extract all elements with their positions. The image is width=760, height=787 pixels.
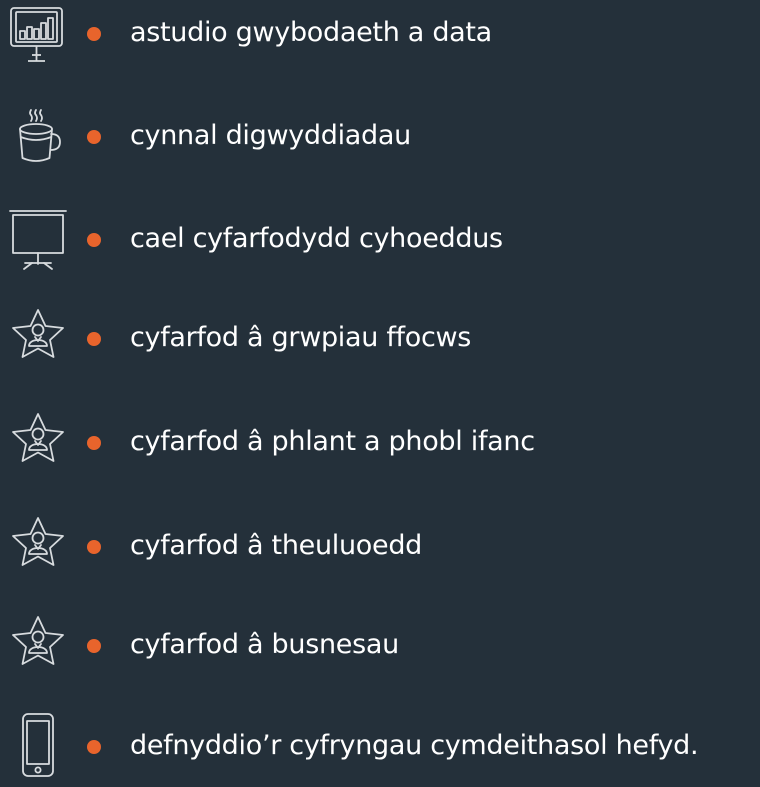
star-person-icon — [8, 304, 68, 374]
list-item: cynnal digwyddiadau — [0, 102, 760, 172]
bullet — [87, 130, 101, 144]
bullet — [87, 436, 101, 450]
item-label: astudio gwybodaeth a data — [130, 17, 492, 48]
item-label: defnyddio’r cyfryngau cymdeithasol hefyd… — [130, 730, 699, 761]
star-person-icon — [8, 408, 68, 478]
list-item: cyfarfod â busnesau — [0, 611, 760, 681]
bullet — [87, 27, 101, 41]
list-item: cyfarfod â theuluoedd — [0, 512, 760, 582]
item-label: cyfarfod â phlant a phobl ifanc — [130, 426, 535, 457]
item-label: cael cyfarfodydd cyhoeddus — [130, 223, 503, 254]
bullet — [87, 639, 101, 653]
list-item: cyfarfod â phlant a phobl ifanc — [0, 408, 760, 478]
list-item: defnyddio’r cyfryngau cymdeithasol hefyd… — [0, 712, 760, 782]
bullet — [87, 740, 101, 754]
star-person-icon — [8, 512, 68, 582]
item-label: cyfarfod â theuluoedd — [130, 530, 422, 561]
bullet — [87, 233, 101, 247]
item-label: cyfarfod â grwpiau ffocws — [130, 322, 472, 353]
list-item: cyfarfod â grwpiau ffocws — [0, 304, 760, 374]
feature-list: astudio gwybodaeth a data cynnal digwydd… — [0, 0, 760, 787]
item-label: cyfarfod â busnesau — [130, 629, 399, 660]
bullet — [87, 540, 101, 554]
analytics-monitor-icon — [8, 0, 68, 69]
item-label: cynnal digwyddiadau — [130, 120, 411, 151]
list-item: astudio gwybodaeth a data — [0, 0, 760, 69]
list-item: cael cyfarfodydd cyhoeddus — [0, 205, 760, 275]
coffee-cup-icon — [8, 102, 68, 172]
mobile-phone-icon — [8, 712, 68, 782]
star-person-icon — [8, 611, 68, 681]
presentation-screen-icon — [8, 205, 68, 275]
bullet — [87, 332, 101, 346]
